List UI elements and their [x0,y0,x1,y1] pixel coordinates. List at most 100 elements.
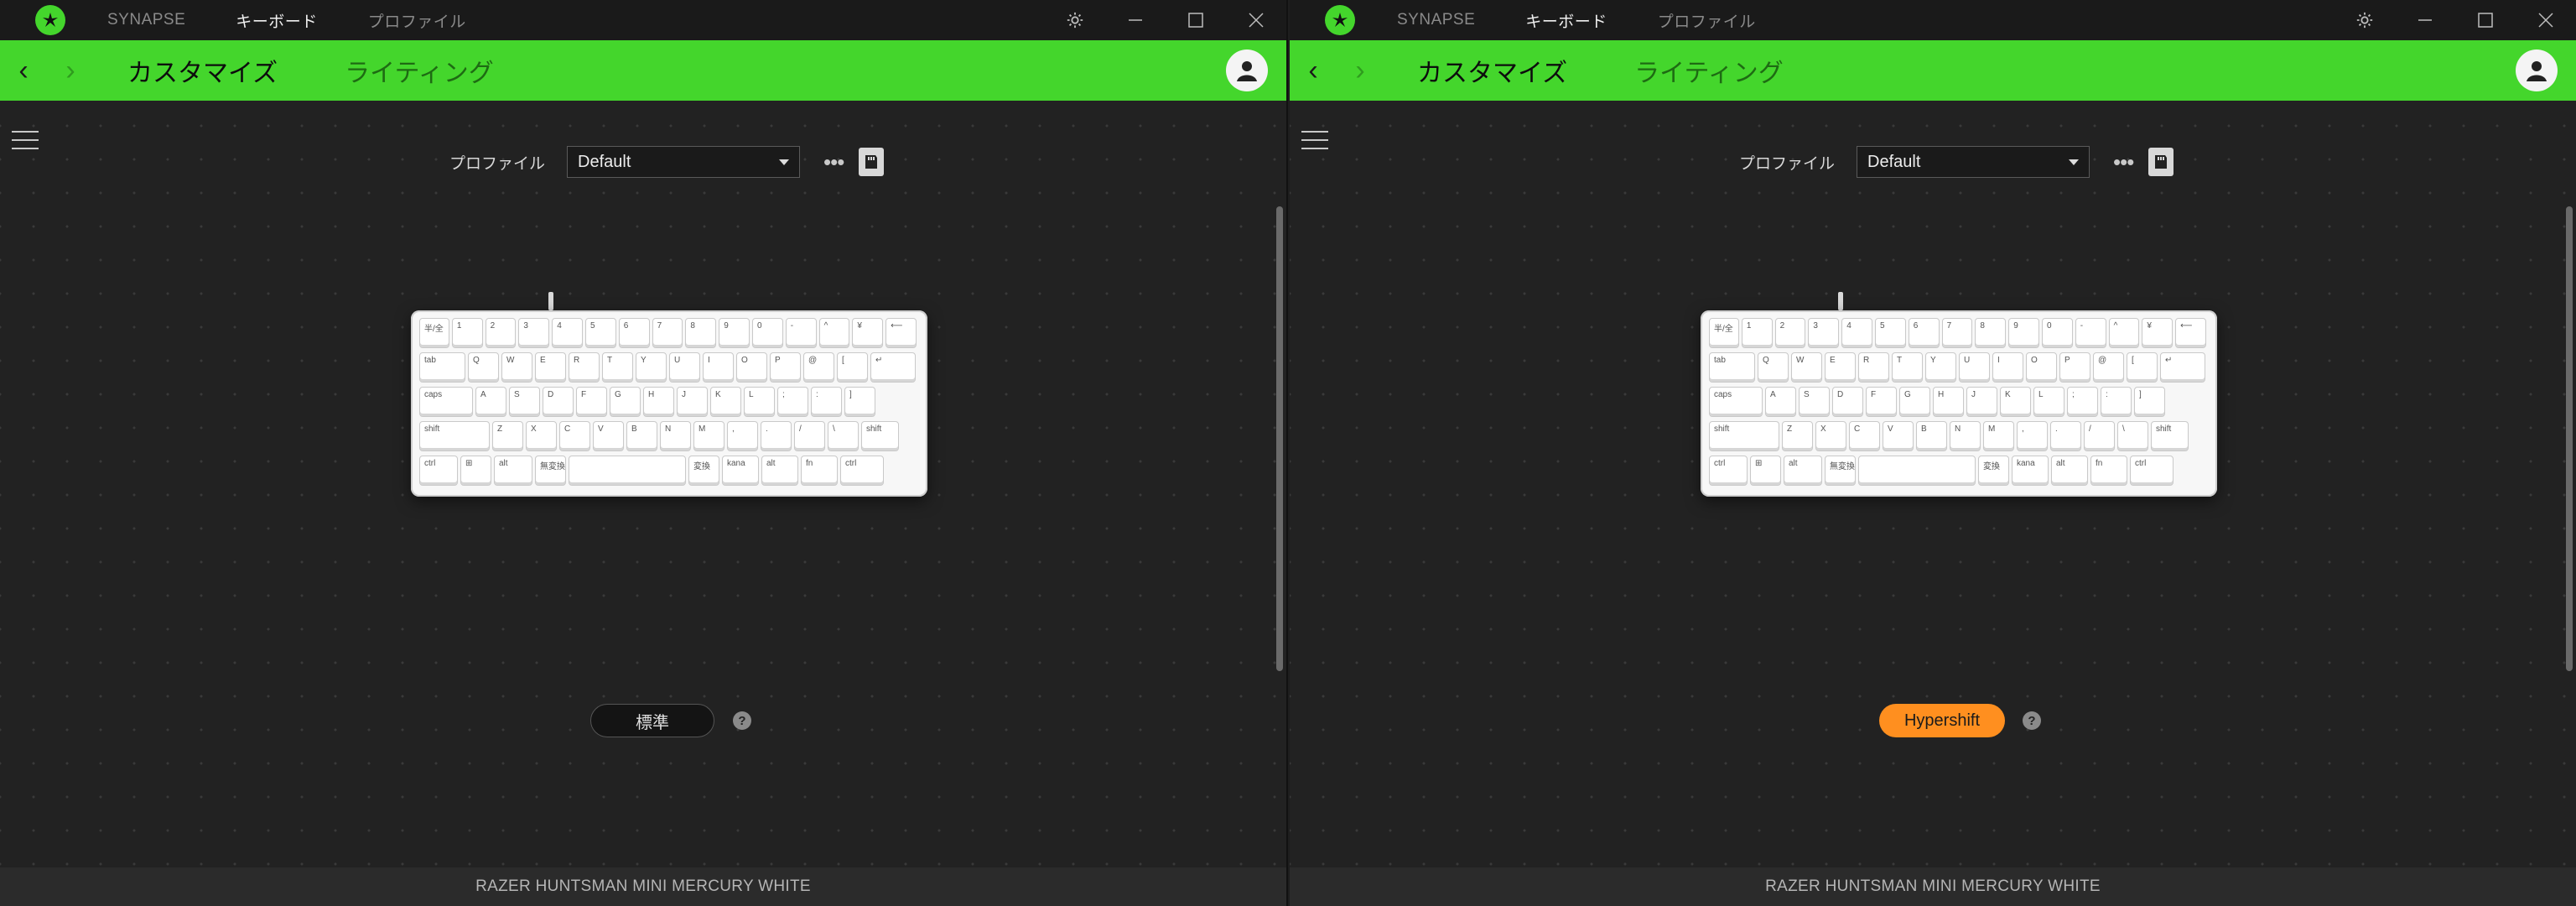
key[interactable]: 9 [719,318,750,348]
nav-profile[interactable]: プロファイル [368,9,466,32]
tab-customize[interactable]: カスタマイズ [1417,52,1567,89]
key[interactable]: tab [1709,352,1755,383]
key[interactable]: Q [1758,352,1789,383]
hamburger-icon[interactable] [12,131,39,153]
key[interactable]: X [1815,421,1846,451]
minimize-icon[interactable] [1105,0,1166,40]
scrollbar[interactable] [1276,206,1283,671]
scrollbar[interactable] [2566,206,2573,671]
key[interactable]: [ [837,352,868,383]
key[interactable]: L [744,387,775,417]
key[interactable]: 変換 [688,456,719,486]
help-icon[interactable]: ? [2023,711,2041,730]
spacebar[interactable] [1858,456,1976,486]
key[interactable]: ⊞ [460,456,491,486]
key[interactable]: , [2017,421,2048,451]
key[interactable]: Y [636,352,667,383]
hamburger-icon[interactable] [1301,131,1328,153]
key[interactable]: ^ [818,318,850,348]
key[interactable]: A [1765,387,1796,417]
key[interactable]: shift [861,421,899,451]
key[interactable]: S [1799,387,1830,417]
key[interactable]: ] [844,387,875,417]
key[interactable]: J [677,387,708,417]
nav-synapse[interactable]: SYNAPSE [1397,11,1475,29]
minimize-icon[interactable] [2395,0,2455,40]
nav-keyboard[interactable]: キーボード [236,9,318,32]
key[interactable]: Q [468,352,499,383]
chevron-left-icon[interactable]: ‹ [0,55,47,87]
key[interactable]: \ [828,421,859,451]
key[interactable]: alt [2051,456,2088,486]
key[interactable]: 0 [2041,318,2073,348]
key[interactable]: ↵ [2160,352,2205,383]
key[interactable]: C [1849,421,1880,451]
key[interactable]: - [2075,318,2106,348]
key[interactable]: 8 [1975,318,2007,348]
profile-dropdown[interactable]: Default [567,146,801,178]
key[interactable]: P [770,352,801,383]
key[interactable]: A [475,387,506,417]
tab-lighting[interactable]: ライティング [1634,52,1784,89]
tab-lighting[interactable]: ライティング [345,52,494,89]
key[interactable]: ] [2134,387,2165,417]
key[interactable]: P [2059,352,2090,383]
razer-logo-icon[interactable] [35,5,65,35]
key[interactable]: ⟵ [886,318,917,348]
key[interactable]: V [593,421,624,451]
mode-toggle-button[interactable]: 標準 [590,704,714,737]
spacebar[interactable] [569,456,686,486]
key[interactable]: D [543,387,574,417]
key[interactable]: M [1983,421,2014,451]
key[interactable]: , [727,421,758,451]
key[interactable]: alt [1784,456,1822,486]
key[interactable]: W [501,352,532,383]
tab-customize[interactable]: カスタマイズ [127,52,278,89]
key[interactable]: X [526,421,557,451]
key[interactable]: E [535,352,566,383]
user-icon[interactable] [1226,49,1268,91]
key[interactable]: D [1832,387,1863,417]
key[interactable]: [ [2127,352,2158,383]
key[interactable]: T [1892,352,1923,383]
key[interactable]: O [736,352,767,383]
key[interactable]: kana [722,456,759,486]
key[interactable]: 半/全 [419,318,449,348]
key[interactable]: T [602,352,633,383]
key[interactable]: alt [494,456,532,486]
maximize-icon[interactable] [1166,0,1226,40]
key[interactable]: 1 [1741,318,1773,348]
key[interactable]: ⊞ [1750,456,1781,486]
key[interactable]: 変換 [1978,456,2009,486]
key[interactable]: @ [2093,352,2124,383]
key[interactable]: 2 [485,318,517,348]
key[interactable]: K [710,387,741,417]
gear-icon[interactable] [2334,0,2395,40]
key[interactable]: \ [2117,421,2148,451]
more-icon[interactable]: ••• [2113,149,2134,175]
key[interactable]: 7 [1941,318,1973,348]
close-icon[interactable] [1226,0,1286,40]
key[interactable]: / [2084,421,2115,451]
razer-logo-icon[interactable] [1325,5,1355,35]
key[interactable]: G [1899,387,1930,417]
chevron-left-icon[interactable]: ‹ [1290,55,1337,87]
key[interactable]: H [1933,387,1964,417]
key[interactable]: N [660,421,691,451]
chevron-right-icon[interactable]: › [47,55,94,87]
profile-dropdown[interactable]: Default [1857,146,2090,178]
key[interactable]: ctrl [1709,456,1748,486]
key[interactable]: : [2101,387,2132,417]
user-icon[interactable] [2516,49,2558,91]
key[interactable]: Y [1925,352,1956,383]
key[interactable]: J [1966,387,1997,417]
key[interactable]: 4 [552,318,583,348]
key[interactable]: 4 [1841,318,1872,348]
key[interactable]: 0 [751,318,783,348]
key[interactable]: ⟵ [2175,318,2206,348]
onboard-memory-icon[interactable] [859,148,885,176]
key[interactable]: K [2000,387,2031,417]
key[interactable]: . [761,421,792,451]
maximize-icon[interactable] [2455,0,2516,40]
key[interactable]: B [1916,421,1947,451]
